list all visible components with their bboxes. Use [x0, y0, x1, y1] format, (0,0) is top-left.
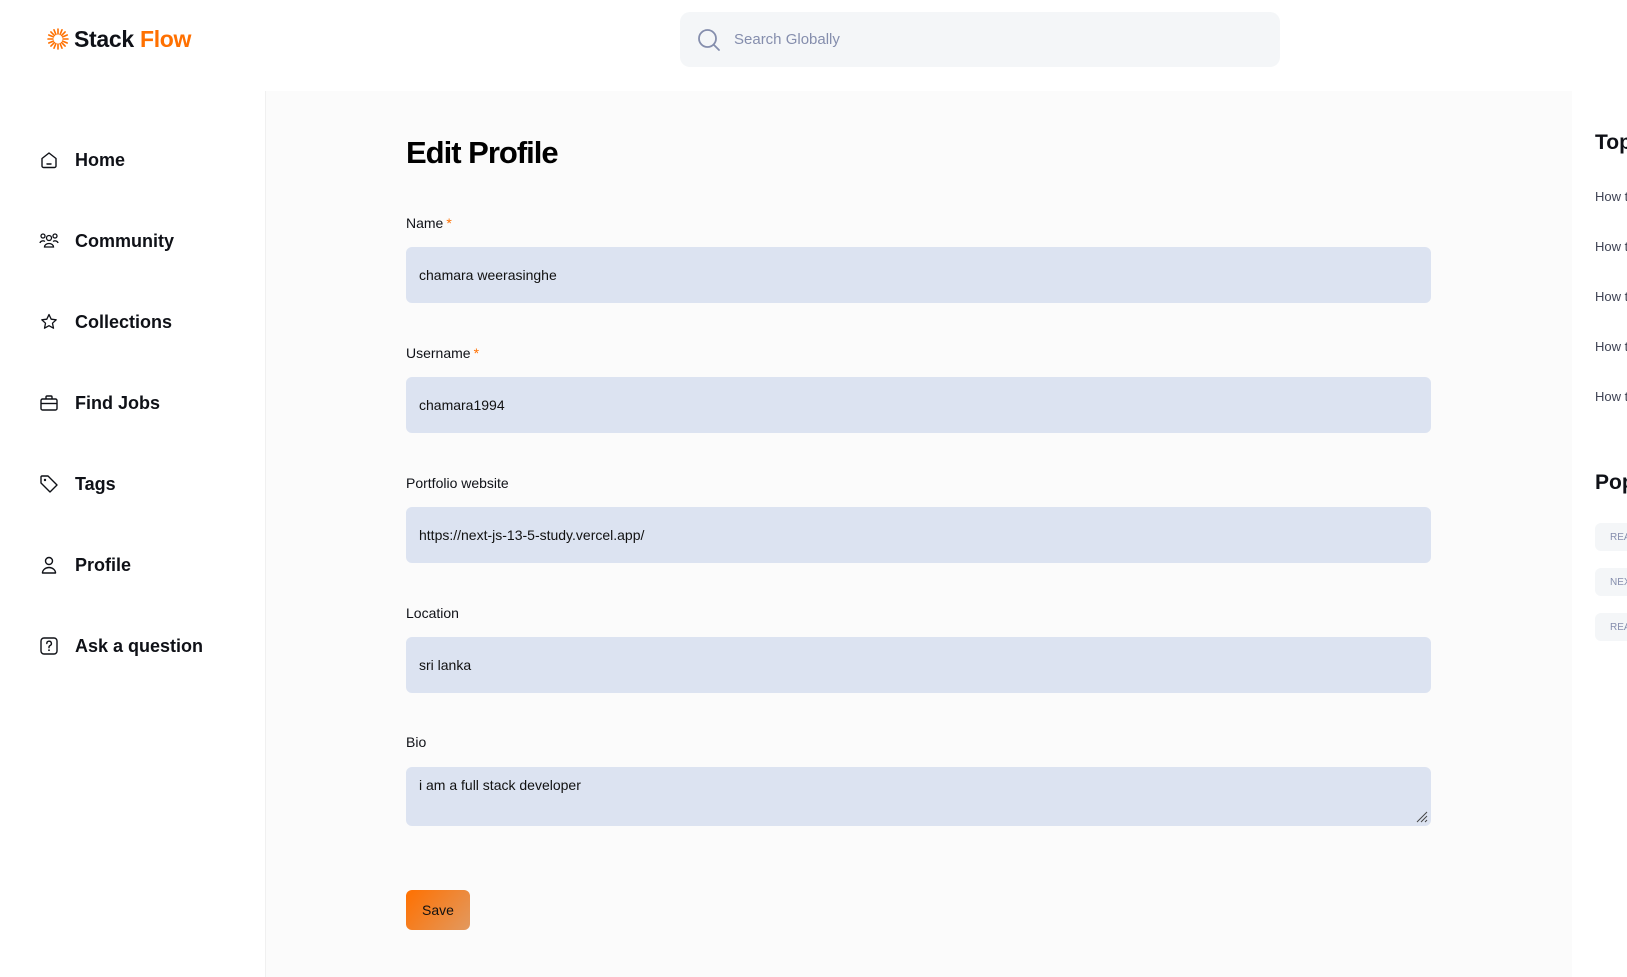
logo-text-part2: Flow: [139, 25, 192, 52]
logo-text-part1: Stack: [74, 25, 134, 52]
sidebar-item-label: Home: [75, 149, 126, 170]
name-input[interactable]: chamara weerasinghe: [406, 247, 1431, 303]
search-input[interactable]: [734, 31, 1254, 48]
top-navbar: Stack Flow: [0, 0, 1627, 91]
bio-text: i am a full stack developer: [419, 777, 581, 793]
bio-label: Bio: [406, 734, 427, 750]
sidebar-item-label: Find Jobs: [75, 392, 160, 413]
page-title: Edit Profile: [406, 135, 559, 170]
logo-icon: [47, 28, 69, 50]
sidebar-item-collections[interactable]: Collections: [38, 307, 172, 337]
username-label-text: Username: [406, 345, 471, 361]
sidebar-item-label: Ask a question: [75, 635, 204, 656]
tag-icon: [40, 475, 58, 493]
user-icon: [41, 556, 57, 574]
top-questions-heading: Top: [1595, 131, 1627, 154]
popular-tag[interactable]: NEX: [1595, 568, 1627, 596]
top-question-item[interactable]: How t: [1595, 239, 1627, 254]
top-question-item[interactable]: How t: [1595, 289, 1627, 304]
top-question-item[interactable]: How t: [1595, 339, 1627, 354]
sidebar-item-label: Collections: [75, 311, 173, 332]
sidebar-item-ask-question[interactable]: Ask a question: [38, 631, 203, 661]
sidebar-item-profile[interactable]: Profile: [38, 550, 131, 580]
resize-handle-icon[interactable]: [1415, 810, 1428, 823]
logo[interactable]: Stack Flow: [46, 24, 191, 54]
star-icon: [41, 313, 57, 329]
location-input[interactable]: sri lanka: [406, 637, 1431, 693]
left-sidebar: Home Community Collections Find Jobs Tag…: [0, 91, 266, 977]
home-icon: [41, 152, 57, 169]
sidebar-item-tags[interactable]: Tags: [38, 469, 116, 499]
sidebar-item-label: Tags: [75, 473, 116, 494]
sidebar-item-find-jobs[interactable]: Find Jobs: [38, 388, 160, 418]
sidebar-item-home[interactable]: Home: [38, 145, 125, 175]
popular-tag[interactable]: REA: [1595, 523, 1627, 551]
name-label: Name *: [406, 215, 452, 231]
search-icon: [698, 28, 720, 51]
location-label: Location: [406, 605, 459, 621]
top-question-item[interactable]: How t: [1595, 389, 1627, 404]
username-input[interactable]: chamara1994: [406, 377, 1431, 433]
right-sidebar: Top How t How t How t How t How t Pop RE…: [1572, 91, 1627, 977]
portfolio-input[interactable]: https://next-js-13-5-study.vercel.app/: [406, 507, 1431, 563]
question-icon: [40, 637, 58, 655]
users-icon: [39, 233, 59, 248]
popular-tags-heading: Pop: [1595, 471, 1627, 494]
sidebar-item-label: Community: [75, 230, 174, 251]
popular-tag[interactable]: REA: [1595, 613, 1627, 641]
required-mark: *: [446, 215, 452, 231]
username-label: Username *: [406, 345, 479, 361]
main-content: Edit Profile Name * chamara weerasinghe U…: [266, 91, 1572, 977]
sidebar-item-label: Profile: [75, 554, 132, 575]
logo-text: Stack Flow: [74, 26, 191, 53]
required-mark: *: [473, 345, 480, 361]
global-search[interactable]: [680, 12, 1280, 67]
briefcase-icon: [40, 395, 58, 411]
name-label-text: Name: [406, 215, 444, 231]
portfolio-label: Portfolio website: [406, 475, 509, 491]
bio-textarea[interactable]: i am a full stack developer: [406, 767, 1431, 826]
sidebar-item-community[interactable]: Community: [38, 226, 174, 256]
save-button[interactable]: Save: [406, 890, 470, 930]
top-question-item[interactable]: How t: [1595, 189, 1627, 204]
